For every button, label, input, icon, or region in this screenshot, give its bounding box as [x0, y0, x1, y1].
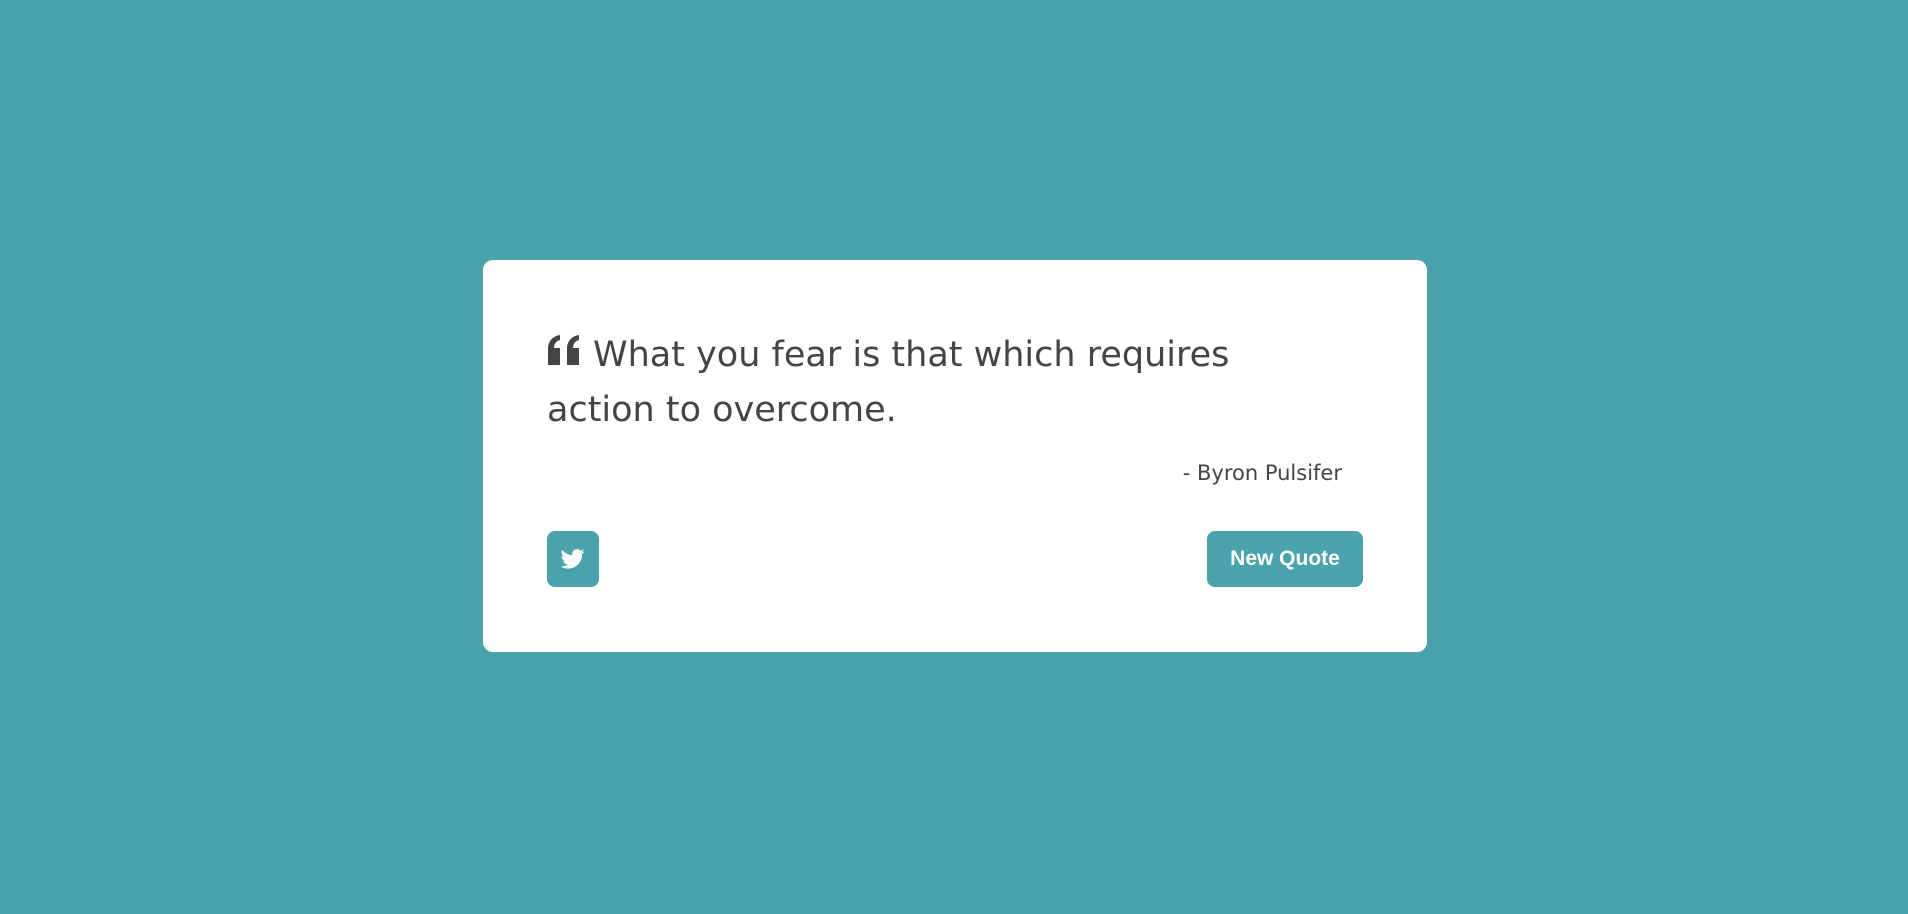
quote-author: - Byron Pulsifer	[1182, 461, 1342, 485]
tweet-quote-button[interactable]	[547, 531, 599, 587]
twitter-icon	[561, 549, 585, 569]
quote-card: What you fear is that which requires act…	[483, 260, 1427, 652]
new-quote-button[interactable]: New Quote	[1207, 531, 1363, 587]
quote-text: What you fear is that which requires act…	[547, 335, 1230, 430]
quote-text-block: What you fear is that which requires act…	[547, 328, 1267, 438]
quote-left-icon	[547, 335, 583, 367]
